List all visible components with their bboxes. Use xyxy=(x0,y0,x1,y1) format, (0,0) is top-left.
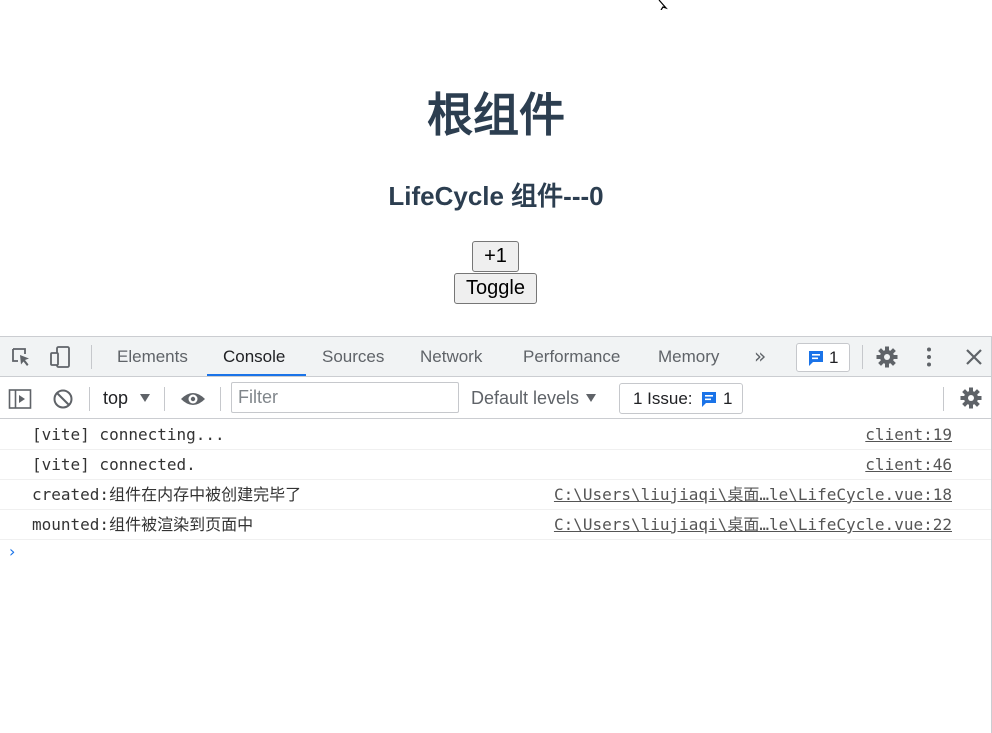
message-icon xyxy=(809,351,823,366)
devtools-panel: Elements Console Sources Network Perform… xyxy=(0,336,992,733)
kebab-menu-icon[interactable] xyxy=(917,345,941,369)
console-message-text: created:组件在内存中被创建完毕了 xyxy=(32,485,302,504)
console-message-text: mounted:组件被渲染到页面中 xyxy=(32,515,254,534)
messages-counter-button[interactable]: 1 xyxy=(796,343,850,372)
devtools-tabbar: Elements Console Sources Network Perform… xyxy=(0,337,991,377)
tab-sources[interactable]: Sources xyxy=(322,337,384,377)
more-tabs-chevron-icon[interactable]: » xyxy=(754,337,766,377)
toolbar-divider xyxy=(220,387,221,411)
live-expression-eye-icon[interactable] xyxy=(180,387,206,411)
mouse-pointer-icon xyxy=(658,0,668,10)
toolbar-divider xyxy=(164,387,165,411)
toolbar-divider xyxy=(89,387,90,411)
log-levels-dropdown[interactable]: Default levels xyxy=(471,378,579,419)
console-source-link[interactable]: client:19 xyxy=(865,420,952,450)
toolbar-divider xyxy=(943,387,944,411)
clear-console-icon[interactable] xyxy=(51,387,75,411)
tab-elements[interactable]: Elements xyxy=(117,337,188,377)
close-icon[interactable] xyxy=(962,345,986,369)
active-tab-indicator xyxy=(207,374,306,376)
console-message: created:组件在内存中被创建完毕了 C:\Users\liujiaqi\桌… xyxy=(0,480,991,510)
issues-count: 1 xyxy=(723,389,733,408)
toolbar-divider xyxy=(862,345,863,369)
tab-memory[interactable]: Memory xyxy=(658,337,719,377)
root-component-title: 根组件 xyxy=(427,88,565,142)
console-message: [vite] connecting... client:19 xyxy=(0,420,991,450)
app-page: 根组件 LifeCycle 组件---0 +1 Toggle xyxy=(0,0,992,336)
sidebar-toggle-icon[interactable] xyxy=(8,387,32,411)
tab-console[interactable]: Console xyxy=(223,337,285,377)
lifecycle-component-heading: LifeCycle 组件---0 xyxy=(388,181,604,211)
console-message: [vite] connected. client:46 xyxy=(0,450,991,480)
dropdown-arrow-icon xyxy=(140,394,150,402)
console-settings-gear-icon[interactable] xyxy=(959,386,983,410)
console-message: mounted:组件被渲染到页面中 C:\Users\liujiaqi\桌面…l… xyxy=(0,510,991,540)
tab-network[interactable]: Network xyxy=(420,337,482,377)
console-source-link[interactable]: C:\Users\liujiaqi\桌面…le\LifeCycle.vue:22 xyxy=(554,510,952,540)
context-selector[interactable]: top xyxy=(103,378,128,419)
console-source-link[interactable]: C:\Users\liujiaqi\桌面…le\LifeCycle.vue:18 xyxy=(554,480,952,510)
console-output: [vite] connecting... client:19 [vite] co… xyxy=(0,420,991,733)
console-prompt-icon[interactable]: › xyxy=(9,542,15,562)
issues-button[interactable]: 1 Issue: 1 xyxy=(619,383,743,414)
settings-gear-icon[interactable] xyxy=(875,345,899,369)
device-toolbar-icon[interactable] xyxy=(49,345,73,369)
dropdown-arrow-icon xyxy=(586,394,596,402)
inspect-element-icon[interactable] xyxy=(9,345,33,369)
toolbar-divider xyxy=(91,345,92,369)
issue-icon xyxy=(702,392,716,407)
tab-performance[interactable]: Performance xyxy=(523,337,620,377)
toggle-button[interactable]: Toggle xyxy=(454,273,537,304)
console-toolbar: top Default levels 1 Issue: 1 xyxy=(0,378,991,419)
increment-button[interactable]: +1 xyxy=(472,241,519,272)
issues-label: 1 Issue: xyxy=(633,389,693,408)
messages-count: 1 xyxy=(829,348,839,367)
console-source-link[interactable]: client:46 xyxy=(865,450,952,480)
console-message-text: [vite] connected. xyxy=(32,455,196,474)
console-message-text: [vite] connecting... xyxy=(32,425,225,444)
filter-input[interactable] xyxy=(231,382,459,413)
